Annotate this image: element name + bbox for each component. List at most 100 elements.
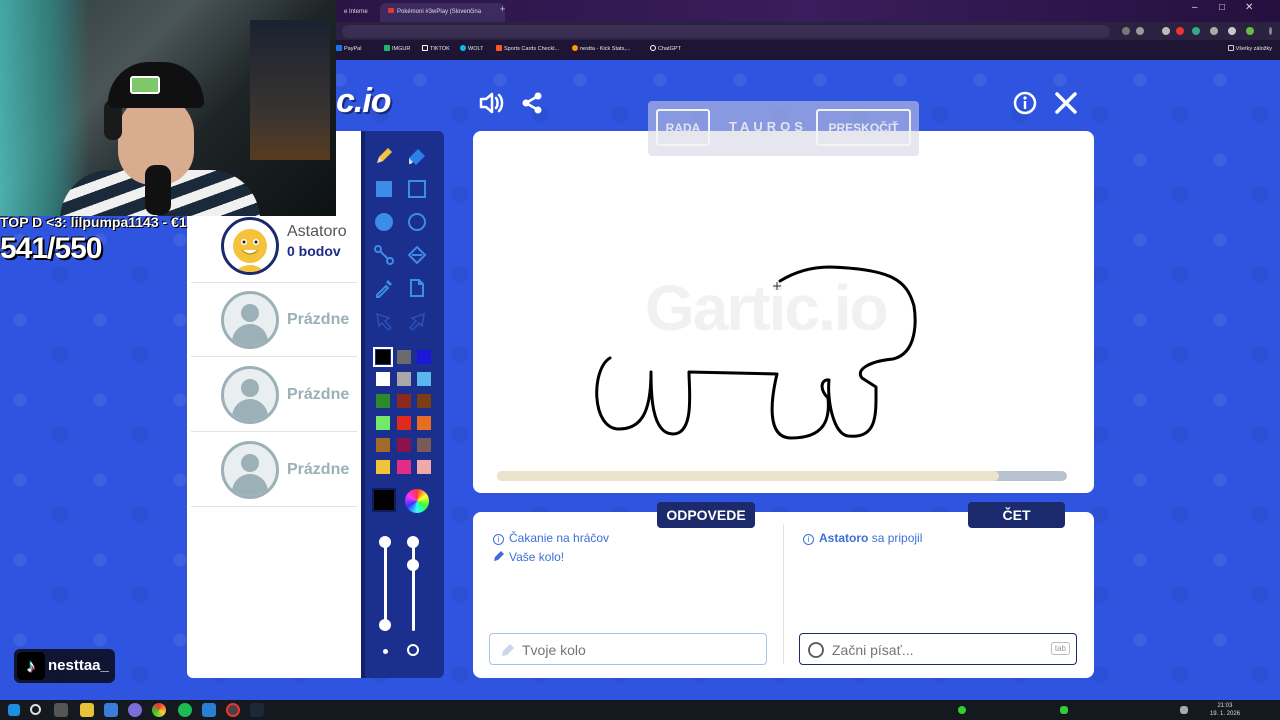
star-icon[interactable] xyxy=(1136,27,1144,35)
cast-icon[interactable] xyxy=(1122,27,1130,35)
color-swatch[interactable] xyxy=(395,349,412,365)
slider-handle[interactable] xyxy=(379,536,391,548)
player-row[interactable]: Astatoro 0 bodov xyxy=(191,209,357,283)
tab-internet[interactable]: e Interne xyxy=(336,3,378,22)
new-page-tool-icon[interactable] xyxy=(402,273,432,303)
fill-bucket-tool-icon[interactable] xyxy=(402,240,432,270)
bookmark-paypal[interactable]: PayPal xyxy=(336,45,361,52)
color-swatch[interactable] xyxy=(416,459,432,475)
undo-icon[interactable] xyxy=(369,306,399,336)
task-view-icon[interactable] xyxy=(54,703,68,717)
color-swatch[interactable] xyxy=(395,393,412,409)
extension-icon[interactable] xyxy=(1192,27,1200,35)
menu-icon[interactable] xyxy=(1269,27,1272,35)
brush-size-slider[interactable] xyxy=(384,541,387,631)
tab-pokemoni[interactable]: Pokémoni #3wPlay (Slovenčina xyxy=(380,3,505,22)
volume-icon[interactable] xyxy=(1180,706,1188,714)
all-bookmarks[interactable]: Všetky záložky xyxy=(1227,45,1272,52)
info-icon[interactable] xyxy=(1010,88,1040,118)
hint-button[interactable]: RADA xyxy=(656,109,710,146)
obs-icon[interactable] xyxy=(226,703,240,717)
webcam-overlay xyxy=(0,0,336,216)
answer-input-box[interactable] xyxy=(489,633,767,665)
color-swatch[interactable] xyxy=(395,459,412,475)
close-window-icon[interactable]: ✕ xyxy=(1245,2,1253,13)
bookmark-wolt[interactable]: WOLT xyxy=(460,45,483,52)
color-swatch[interactable] xyxy=(375,371,391,387)
spotify-icon[interactable] xyxy=(178,703,192,717)
redo-icon[interactable] xyxy=(402,306,432,336)
file-explorer-icon[interactable] xyxy=(80,703,94,717)
url-input[interactable] xyxy=(342,25,1110,38)
current-color-swatch[interactable] xyxy=(372,488,396,512)
color-swatch[interactable] xyxy=(416,349,432,365)
app-icon[interactable] xyxy=(202,703,216,717)
opacity-slider[interactable] xyxy=(412,541,415,631)
new-tab-button[interactable]: + xyxy=(500,4,505,14)
color-swatch[interactable] xyxy=(416,415,432,431)
steam-icon[interactable] xyxy=(250,703,264,717)
tray-icon[interactable] xyxy=(958,706,966,714)
search-icon[interactable] xyxy=(30,704,41,715)
eraser-tool-icon[interactable] xyxy=(402,141,432,171)
app-icon[interactable] xyxy=(128,703,142,717)
slider-handle[interactable] xyxy=(407,536,419,548)
smiley-avatar-icon xyxy=(233,229,267,272)
record-icon[interactable] xyxy=(1176,27,1184,35)
minimize-icon[interactable]: – xyxy=(1192,2,1198,13)
windows-start-icon[interactable] xyxy=(8,704,20,716)
close-icon[interactable] xyxy=(1051,88,1081,118)
color-wheel-icon[interactable] xyxy=(405,489,429,513)
drawing-canvas[interactable]: Gartic.io xyxy=(473,131,1094,493)
bookmark-sports-cards[interactable]: Sports Cards Checkl... xyxy=(496,45,559,52)
eyedropper-tool-icon[interactable] xyxy=(369,273,399,303)
app-icon[interactable] xyxy=(104,703,118,717)
chat-input[interactable] xyxy=(832,640,1052,660)
color-swatch[interactable] xyxy=(416,437,432,453)
address-bar-row xyxy=(336,22,1280,40)
sound-icon[interactable] xyxy=(476,88,506,118)
color-swatch[interactable] xyxy=(395,415,412,431)
chat-input-box[interactable]: tab xyxy=(799,633,1077,665)
circle-tool-icon[interactable] xyxy=(402,207,432,237)
bookmark-tiktok[interactable]: TIKTOK xyxy=(422,45,450,52)
color-swatch[interactable] xyxy=(373,347,393,367)
rectangle-tool-icon[interactable] xyxy=(402,174,432,204)
tab-answers[interactable]: ODPOVEDE xyxy=(657,502,755,528)
slider-handle[interactable] xyxy=(379,619,391,631)
color-swatch[interactable] xyxy=(375,437,391,453)
avatar xyxy=(221,217,279,275)
system-clock[interactable]: 21:03 19. 1. 2026 xyxy=(1210,702,1240,718)
color-swatch[interactable] xyxy=(416,371,432,387)
skip-button[interactable]: PRESKOČIŤ xyxy=(816,109,911,146)
color-swatch[interactable] xyxy=(375,459,391,475)
answer-input[interactable] xyxy=(522,640,742,660)
tab-chat[interactable]: ČET xyxy=(968,502,1065,528)
color-swatch[interactable] xyxy=(395,371,412,387)
chat-player-name: Astatoro xyxy=(819,531,869,545)
info-icon: i xyxy=(803,534,814,545)
filled-rectangle-tool-icon[interactable] xyxy=(369,174,399,204)
panel-divider xyxy=(783,524,784,664)
color-swatch[interactable] xyxy=(395,437,412,453)
slider-handle[interactable] xyxy=(407,559,419,571)
tray-icon[interactable] xyxy=(1060,706,1068,714)
gartic-logo[interactable]: c.io xyxy=(336,82,416,122)
extension-icon[interactable] xyxy=(1162,27,1170,35)
puzzle-icon[interactable] xyxy=(1210,27,1218,35)
line-tool-icon[interactable] xyxy=(369,240,399,270)
webcam-window xyxy=(250,20,330,160)
maximize-icon[interactable]: □ xyxy=(1219,2,1225,13)
share-icon[interactable] xyxy=(517,88,547,118)
bookmark-chatgpt[interactable]: ChatGPT xyxy=(650,45,681,52)
chrome-icon[interactable] xyxy=(152,703,166,717)
downloads-icon[interactable] xyxy=(1228,27,1236,35)
color-swatch[interactable] xyxy=(416,393,432,409)
color-swatch[interactable] xyxy=(375,415,391,431)
bookmark-imgur[interactable]: IMGUR xyxy=(384,45,410,52)
pencil-tool-icon[interactable] xyxy=(369,141,399,171)
bookmark-kick-stats[interactable]: nestta - Kick Stats,... xyxy=(572,45,630,52)
color-swatch[interactable] xyxy=(375,393,391,409)
filled-circle-tool-icon[interactable] xyxy=(369,207,399,237)
profile-icon[interactable] xyxy=(1246,27,1254,35)
